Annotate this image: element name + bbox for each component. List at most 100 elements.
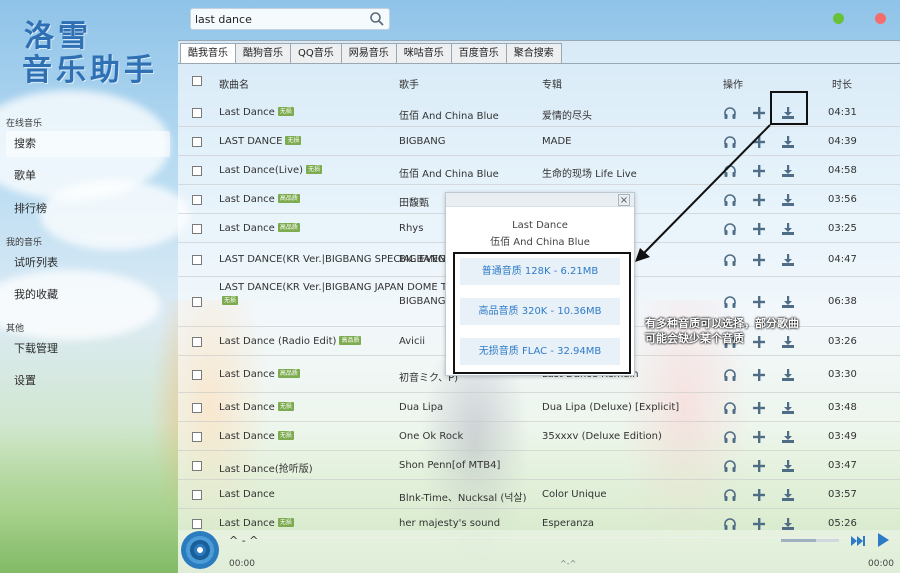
listen-icon[interactable]: [723, 430, 737, 444]
download-icon[interactable]: [781, 401, 795, 415]
row-song-title: Last Dance (Radio Edit): [219, 335, 337, 347]
quality-badge: 高品质: [277, 194, 300, 203]
listen-icon[interactable]: [723, 164, 737, 178]
listen-icon[interactable]: [723, 106, 737, 120]
add-icon[interactable]: [752, 164, 766, 178]
download-icon[interactable]: [781, 193, 795, 207]
table-row[interactable]: Last Dance(Live) 无损 伍佰 And China Blue 生命的现场…: [178, 156, 900, 185]
dialog-close-button[interactable]: ×: [618, 194, 630, 206]
table-row[interactable]: Last Dance 无损 Dua Lipa Dua Lipa (Deluxe) [E…: [178, 393, 900, 422]
add-icon[interactable]: [752, 368, 766, 382]
row-duration: 03:47: [828, 459, 857, 471]
row-checkbox[interactable]: [192, 336, 202, 347]
listen-icon[interactable]: [723, 401, 737, 415]
download-icon[interactable]: [781, 517, 795, 531]
row-checkbox[interactable]: [192, 223, 202, 234]
row-duration: 03:25: [828, 222, 857, 234]
search-input[interactable]: [191, 9, 367, 29]
play-icon[interactable]: [875, 532, 891, 548]
logo-line-1: 洛雪: [24, 19, 92, 54]
tab-3[interactable]: 网易音乐: [340, 43, 397, 63]
row-checkbox[interactable]: [192, 194, 202, 205]
download-icon[interactable]: [781, 430, 795, 444]
annotation-text: 有多种音质可以选择，部分歌曲可能会缺少某个音质: [645, 317, 799, 345]
row-song-title: Last Dance: [219, 401, 275, 413]
row-checkbox[interactable]: [192, 165, 202, 176]
tab-4[interactable]: 咪咕音乐: [395, 43, 452, 63]
add-icon[interactable]: [752, 401, 766, 415]
listen-icon[interactable]: [723, 135, 737, 149]
sidebar-item-playlist[interactable]: 歌单: [6, 163, 170, 189]
row-duration: 04:39: [828, 135, 857, 147]
tab-1[interactable]: 酷狗音乐: [235, 43, 291, 63]
sidebar-item-charts[interactable]: 排行榜: [6, 196, 170, 222]
search-icon[interactable]: [369, 11, 385, 27]
sidebar-item-settings[interactable]: 设置: [6, 368, 170, 394]
row-checkbox[interactable]: [192, 369, 202, 380]
download-icon[interactable]: [781, 488, 795, 502]
row-checkbox[interactable]: [192, 255, 202, 265]
next-track-icon[interactable]: [850, 533, 866, 549]
row-duration: 06:38: [828, 296, 857, 307]
tab-5[interactable]: 百度音乐: [450, 43, 507, 63]
add-icon[interactable]: [752, 222, 766, 236]
sidebar-item-search[interactable]: 搜索: [6, 131, 170, 157]
add-icon[interactable]: [752, 106, 766, 120]
download-icon[interactable]: [781, 295, 795, 309]
row-checkbox[interactable]: [192, 297, 202, 307]
row-checkbox[interactable]: [192, 518, 202, 529]
listen-icon[interactable]: [723, 253, 737, 267]
sidebar-item-favorites[interactable]: 我的收藏: [6, 282, 170, 308]
listen-icon[interactable]: [723, 193, 737, 207]
sidebar-item-download[interactable]: 下载管理: [6, 336, 170, 362]
row-checkbox[interactable]: [192, 107, 202, 118]
download-icon[interactable]: [781, 459, 795, 473]
row-checkbox[interactable]: [192, 136, 202, 147]
row-artist: 田馥甄: [399, 197, 429, 209]
add-icon[interactable]: [752, 135, 766, 149]
add-icon[interactable]: [752, 253, 766, 267]
album-disc-icon[interactable]: [181, 531, 219, 569]
add-icon[interactable]: [752, 459, 766, 473]
row-song-title: Last Dance(Live): [219, 164, 304, 176]
listen-icon[interactable]: [723, 222, 737, 236]
tab-6[interactable]: 聚合搜索: [505, 43, 562, 63]
listen-icon[interactable]: [723, 295, 737, 309]
download-icon[interactable]: [781, 164, 795, 178]
download-icon[interactable]: [781, 368, 795, 382]
table-row[interactable]: Last Dance Blnk-Time、Nucksal (넉살) Color Un…: [178, 480, 900, 509]
row-song: LAST DANCE(KR Ver.|BIGBANG JAPAN DOME TO…: [219, 281, 575, 307]
minimize-button[interactable]: [833, 13, 844, 24]
row-artist: BIGBANG: [399, 296, 446, 307]
add-icon[interactable]: [752, 517, 766, 531]
row-checkbox[interactable]: [192, 489, 202, 500]
table-row[interactable]: Last Dance 无损 One Ok Rock 35xxxv (Deluxe Ed…: [178, 422, 900, 451]
add-icon[interactable]: [752, 488, 766, 502]
tab-0[interactable]: 酷我音乐: [180, 43, 236, 63]
listen-icon[interactable]: [723, 517, 737, 531]
add-icon[interactable]: [752, 193, 766, 207]
row-song-title: Last Dance: [219, 430, 275, 442]
listen-icon[interactable]: [723, 368, 737, 382]
row-checkbox[interactable]: [192, 402, 202, 413]
close-window-button[interactable]: [875, 13, 886, 24]
row-song: Last Dance 高品质: [219, 194, 300, 205]
download-icon[interactable]: [781, 253, 795, 267]
add-icon[interactable]: [752, 295, 766, 309]
row-artist: One Ok Rock: [399, 430, 464, 442]
table-row[interactable]: LAST DANCE 无损 BIGBANG MADE 04:39: [178, 127, 900, 156]
row-song-title: Last Dance: [219, 193, 275, 205]
select-all-checkbox[interactable]: [192, 76, 202, 86]
row-checkbox[interactable]: [192, 431, 202, 442]
table-row[interactable]: Last Dance(抢听版) Shon Penn[of MTB4] 03:47: [178, 451, 900, 480]
download-icon[interactable]: [781, 222, 795, 236]
download-icon[interactable]: [781, 135, 795, 149]
tab-2[interactable]: QQ音乐: [290, 43, 342, 63]
nav-group-online: 在线音乐: [6, 119, 43, 129]
sidebar-item-trial-list[interactable]: 试听列表: [6, 250, 170, 276]
volume-slider[interactable]: [781, 539, 839, 542]
row-checkbox[interactable]: [192, 460, 202, 471]
listen-icon[interactable]: [723, 459, 737, 473]
listen-icon[interactable]: [723, 488, 737, 502]
add-icon[interactable]: [752, 430, 766, 444]
